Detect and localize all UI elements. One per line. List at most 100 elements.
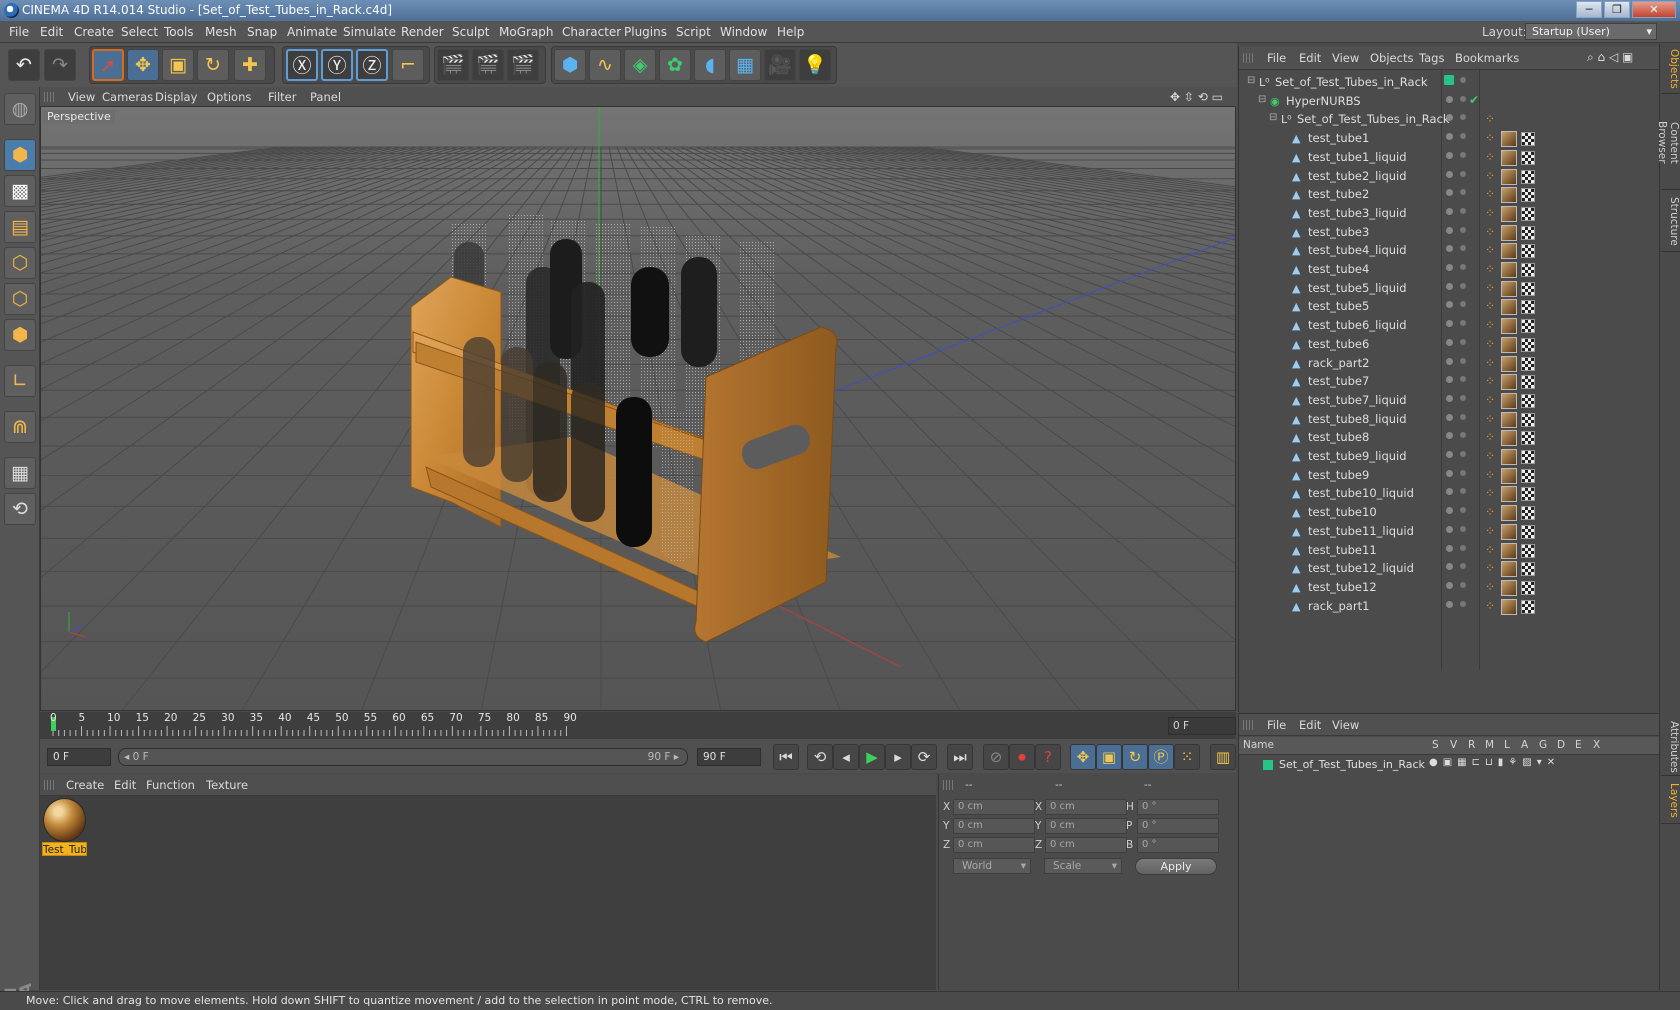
- phong-tag-icon[interactable]: ⁘: [1485, 580, 1499, 595]
- object-row[interactable]: ▲ test_tube7 ⁘: [1239, 372, 1659, 392]
- layer-row[interactable]: Set_of_Test_Tubes_in_Rack ●▣▦⊏⊔▮⚘▨▾✕: [1239, 756, 1659, 774]
- render-view-button[interactable]: 🎬: [437, 49, 469, 81]
- editor-visibility-dot[interactable]: [1446, 563, 1453, 571]
- render-visibility-dot[interactable]: [1460, 525, 1466, 532]
- start-frame-field[interactable]: 0 F: [47, 748, 111, 766]
- render-visibility-dot[interactable]: [1460, 376, 1466, 383]
- editor-visibility-dot[interactable]: [1446, 600, 1453, 608]
- object-row[interactable]: ▲ test_tube6_liquid ⁘: [1239, 316, 1659, 336]
- object-row[interactable]: ▲ test_tube5_liquid ⁘: [1239, 279, 1659, 299]
- add-spline-button[interactable]: ∿: [589, 49, 621, 81]
- x-axis-toggle[interactable]: Ⓧ: [286, 49, 318, 81]
- texture-tag-icon[interactable]: [1501, 392, 1517, 409]
- menu-plugins[interactable]: Plugins: [624, 25, 667, 39]
- uvw-tag-icon[interactable]: [1521, 300, 1535, 315]
- snapping-button[interactable]: ⋒: [4, 411, 36, 443]
- texture-tag-icon[interactable]: [1501, 486, 1517, 503]
- menu-render[interactable]: Render: [401, 25, 444, 39]
- timeline-ruler[interactable]: 0 5 10 15 20 25 30 35 40 45 50 55 60 65 70 75 80 85 90: [40, 712, 1236, 739]
- render-visibility-dot[interactable]: [1460, 488, 1466, 495]
- uvw-tag-icon[interactable]: [1521, 524, 1535, 539]
- col-expressions[interactable]: E: [1575, 739, 1582, 751]
- pos-x-field[interactable]: 0 cm: [953, 799, 1035, 815]
- texture-tag-icon[interactable]: [1501, 467, 1517, 484]
- texture-tag-icon[interactable]: [1501, 224, 1517, 241]
- render-visibility-dot[interactable]: [1460, 394, 1466, 401]
- om-menu-bookmarks[interactable]: Bookmarks: [1455, 51, 1519, 65]
- lm-menu-file[interactable]: File: [1267, 718, 1286, 732]
- editor-visibility-dot[interactable]: [1446, 114, 1453, 122]
- editor-visibility-dot[interactable]: [1446, 581, 1453, 589]
- editor-visibility-dot[interactable]: [1446, 525, 1453, 533]
- render-visibility-dot[interactable]: [1460, 432, 1466, 439]
- menu-script[interactable]: Script: [676, 25, 711, 39]
- render-visibility-dot[interactable]: [1460, 301, 1466, 308]
- rotate-tool[interactable]: ↻: [197, 49, 229, 81]
- record-parameter-toggle[interactable]: Ⓟ: [1148, 744, 1174, 770]
- tab-layers[interactable]: Layers: [1661, 778, 1680, 824]
- phong-tag-icon[interactable]: ⁘: [1485, 150, 1499, 165]
- record-button[interactable]: ⏺: [1009, 744, 1035, 770]
- expand-collapse-icon[interactable]: ⊟: [1269, 112, 1277, 123]
- texture-tag-icon[interactable]: [1501, 579, 1517, 596]
- uvw-tag-icon[interactable]: [1521, 132, 1535, 147]
- texture-tag-icon[interactable]: [1501, 149, 1517, 166]
- size-y-field[interactable]: 0 cm: [1045, 818, 1127, 834]
- texture-tag-icon[interactable]: [1501, 374, 1517, 391]
- phong-tag-icon[interactable]: ⁘: [1485, 225, 1499, 240]
- coordinate-mode-select[interactable]: World ▾: [953, 858, 1031, 874]
- render-visibility-dot[interactable]: [1460, 226, 1466, 233]
- render-visibility-dot[interactable]: [1460, 245, 1466, 252]
- render-visibility-dot[interactable]: [1460, 282, 1466, 289]
- editor-visibility-dot[interactable]: [1446, 301, 1453, 309]
- editor-visibility-dot[interactable]: [1446, 320, 1453, 328]
- object-row[interactable]: ▲ test_tube11 ⁘: [1239, 541, 1659, 561]
- object-row[interactable]: ▲ test_tube3_liquid ⁘: [1239, 204, 1659, 224]
- phong-tag-icon[interactable]: ⁘: [1485, 374, 1499, 389]
- next-key-button[interactable]: ⟳: [911, 744, 937, 770]
- col-locked[interactable]: L: [1504, 739, 1510, 751]
- edit-render-settings-button[interactable]: 🎬: [507, 49, 539, 81]
- material-menu-create[interactable]: Create: [66, 778, 104, 792]
- texture-tag-icon[interactable]: [1501, 449, 1517, 465]
- points-mode-button[interactable]: ⬡: [4, 247, 36, 279]
- workplane-lock-button[interactable]: ▦: [4, 457, 36, 489]
- uvw-tag-icon[interactable]: [1521, 281, 1535, 296]
- col-manager[interactable]: M: [1485, 739, 1494, 751]
- render-visibility-dot[interactable]: [1460, 95, 1466, 102]
- add-camera-button[interactable]: 🎥: [764, 49, 796, 81]
- menu-mesh[interactable]: Mesh: [205, 25, 237, 39]
- pos-y-field[interactable]: 0 cm: [953, 818, 1035, 834]
- object-row[interactable]: ▲ test_tube9_liquid ⁘: [1239, 447, 1659, 467]
- render-visibility-dot[interactable]: [1460, 507, 1466, 514]
- menu-create[interactable]: Create: [74, 25, 114, 39]
- uvw-tag-icon[interactable]: [1521, 263, 1535, 277]
- menu-tools[interactable]: Tools: [164, 25, 194, 39]
- add-array-button[interactable]: ✿: [659, 49, 691, 81]
- editor-visibility-dot[interactable]: [1446, 151, 1453, 159]
- phong-tag-icon[interactable]: ⁘: [1485, 468, 1499, 483]
- model-mode-button[interactable]: ⬢: [4, 139, 36, 171]
- y-axis-toggle[interactable]: Ⓨ: [321, 49, 353, 81]
- phong-tag-icon[interactable]: ⁘: [1485, 524, 1499, 539]
- editor-visibility-dot[interactable]: [1446, 338, 1453, 346]
- uvw-tag-icon[interactable]: [1521, 599, 1535, 614]
- col-deformers[interactable]: D: [1557, 739, 1565, 751]
- phong-tag-icon[interactable]: ⁘: [1485, 112, 1499, 127]
- add-floor-button[interactable]: ▦: [729, 49, 761, 81]
- object-row[interactable]: ▲ test_tube10 ⁘: [1239, 503, 1659, 523]
- material-item[interactable]: Test_Tub: [40, 796, 90, 860]
- render-visibility-dot[interactable]: [1460, 338, 1466, 345]
- viewport-menu-display[interactable]: Display: [155, 90, 197, 104]
- make-editable-button[interactable]: ◍: [4, 93, 36, 125]
- editor-visibility-dot[interactable]: [1446, 207, 1453, 215]
- apply-button[interactable]: Apply: [1135, 858, 1217, 875]
- uvw-tag-icon[interactable]: [1521, 319, 1535, 334]
- editor-visibility-dot[interactable]: [1446, 544, 1453, 552]
- record-rotation-toggle[interactable]: ↻: [1122, 744, 1148, 770]
- phong-tag-icon[interactable]: ⁘: [1485, 299, 1499, 314]
- editor-visibility-dot[interactable]: [1446, 432, 1453, 440]
- om-menu-edit[interactable]: Edit: [1299, 51, 1321, 65]
- editor-visibility-dot[interactable]: [1446, 95, 1453, 103]
- viewport-nav-icons[interactable]: ✥ ⇳ ⟲ ▭: [1170, 90, 1223, 104]
